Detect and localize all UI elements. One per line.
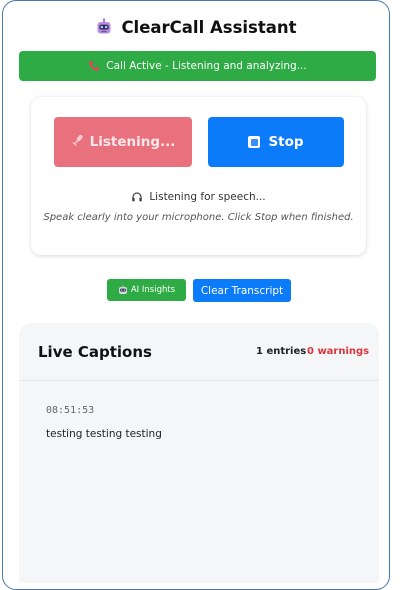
instruction-hint: Speak clearly into your microphone. Clic… (43, 212, 354, 223)
robot-icon (118, 285, 128, 295)
listening-status: Listening for speech... (31, 191, 366, 203)
ai-insights-button[interactable]: AI Insights (107, 279, 186, 301)
entries-count: 1 entries (256, 346, 307, 357)
listening-button-label: Listening... (89, 134, 176, 150)
listening-button[interactable]: Listening... (54, 117, 192, 167)
stop-button[interactable]: Stop (208, 117, 344, 167)
captions-title: Live Captions (38, 343, 152, 361)
robot-icon (95, 18, 113, 36)
caption-timestamp: 08:51:53 (46, 405, 95, 416)
ai-insights-label: AI Insights (130, 285, 176, 295)
stop-icon (248, 136, 261, 148)
call-status-banner: Call Active - Listening and analyzing... (19, 51, 376, 81)
clear-transcript-button[interactable]: Clear Transcript (193, 279, 291, 302)
call-status-text: Call Active - Listening and analyzing... (106, 60, 307, 72)
listening-status-text: Listening for speech... (149, 191, 266, 203)
warnings-count: 0 warnings (307, 346, 370, 357)
app-title: ClearCall Assistant (121, 17, 297, 37)
phone-icon (88, 60, 100, 72)
captions-header: Live Captions 1 entries 0 warnings (19, 323, 379, 381)
app-header: ClearCall Assistant (3, 14, 389, 40)
recording-controls-card: Listening... Stop Listening for speech..… (31, 97, 366, 255)
live-captions-panel: Live Captions 1 entries 0 warnings 08:51… (19, 323, 379, 583)
headphones-icon (131, 191, 143, 203)
app-frame: ClearCall Assistant Call Active - Listen… (2, 0, 390, 590)
caption-entry: 08:51:53 testing testing testing (19, 381, 379, 581)
caption-text: testing testing testing (46, 428, 162, 440)
stop-button-label: Stop (268, 134, 304, 150)
microphone-icon (71, 133, 85, 151)
